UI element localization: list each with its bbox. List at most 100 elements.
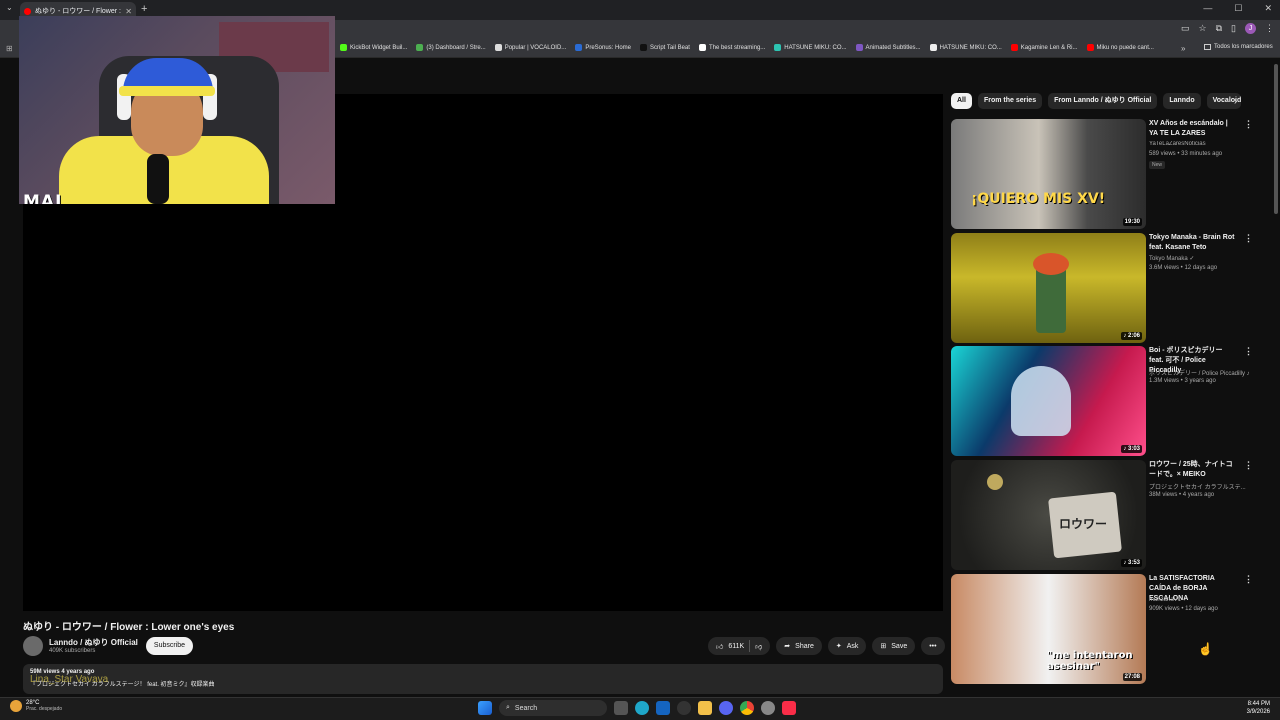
- youtube-favicon-icon: [24, 7, 31, 15]
- chrome-icon[interactable]: [740, 701, 754, 715]
- channel-avatar[interactable]: [23, 636, 43, 656]
- chip-all[interactable]: All: [951, 93, 972, 109]
- extensions-icon[interactable]: ⧉: [1216, 23, 1222, 34]
- bookmark-favicon-icon: [640, 44, 648, 51]
- windows-start-icon[interactable]: [478, 701, 492, 715]
- video-title: ぬゆり - ロウワー / Flower : Lower one's eyes: [23, 622, 235, 633]
- recommendation-item[interactable]: ロウワー ♪ 3:53 ロウワー / 25時、ナイトコードで。× MEIKO プ…: [951, 460, 1253, 570]
- chip-from-channel[interactable]: From Lanndo / ぬゆり Official: [1048, 93, 1158, 109]
- video-thumbnail[interactable]: ♪ 3:03: [951, 346, 1146, 456]
- subscriber-count: 409K subscribers: [49, 648, 96, 654]
- task-view-icon[interactable]: [614, 701, 628, 715]
- bookmark-favicon-icon: [855, 44, 863, 51]
- video-thumbnail[interactable]: ♪ 2:06: [951, 233, 1146, 343]
- more-icon: •••: [929, 642, 937, 650]
- more-vert-icon[interactable]: ⋮: [1244, 346, 1253, 357]
- edge-icon[interactable]: [635, 701, 649, 715]
- tab-search-icon[interactable]: ⌄: [6, 3, 13, 12]
- duration-badge: ♪ 3:03: [1121, 445, 1142, 453]
- chip-lanndo[interactable]: Lanndo: [1163, 93, 1201, 109]
- weather-icon: [10, 700, 22, 712]
- close-tab-icon[interactable]: ✕: [125, 7, 132, 16]
- recommendation-meta: 1.3M views • 3 years ago: [1149, 378, 1216, 384]
- github-icon[interactable]: [677, 701, 691, 715]
- bookmark-favicon-icon: [494, 44, 502, 51]
- more-vert-icon[interactable]: ⋮: [1244, 119, 1253, 130]
- new-tab-button[interactable]: +: [141, 3, 147, 15]
- sparkle-icon: ✦: [835, 643, 842, 650]
- minimize-icon[interactable]: —: [1203, 3, 1212, 14]
- weather-condition: Prac. despejado: [26, 706, 63, 712]
- like-icon[interactable]: 👍︎: [716, 642, 723, 651]
- bookmark-item[interactable]: PreSonus: Home: [575, 44, 631, 51]
- all-bookmarks-button[interactable]: Todos los marcadores: [1204, 44, 1273, 50]
- stream-overlay-caption: Lina_Star Vavava: [30, 674, 109, 685]
- settings-icon[interactable]: [761, 701, 775, 715]
- bookmark-item[interactable]: Popular | VOCALOID...: [494, 44, 566, 51]
- browser-menu-icon[interactable]: ⋮: [1265, 23, 1274, 34]
- recommendation-channel[interactable]: ポリスピカデリー / Police Piccadilly ♪: [1149, 368, 1249, 377]
- search-icon: ⌕: [506, 704, 510, 711]
- bookmark-item[interactable]: The best streaming...: [698, 44, 765, 51]
- bookmark-item[interactable]: Kagamine Len & Ri...: [1010, 44, 1078, 51]
- taskbar-search[interactable]: ⌕ Search: [499, 700, 607, 716]
- system-clock[interactable]: 8:44 PM 3/9/2026: [1247, 700, 1270, 716]
- video-thumbnail[interactable]: ¡QUIERO MIS XV! 19:30: [951, 119, 1146, 229]
- video-thumbnail[interactable]: ロウワー ♪ 3:53: [951, 460, 1146, 570]
- sidebar-icon[interactable]: ▯: [1231, 23, 1236, 34]
- cast-icon[interactable]: ▭: [1181, 23, 1190, 34]
- bookmark-item[interactable]: Animated Subtitles...: [855, 44, 921, 51]
- more-vert-icon[interactable]: ⋮: [1244, 233, 1253, 244]
- recommendation-channel[interactable]: プロジェクトセカイ カラフルステ...: [1149, 482, 1249, 491]
- maximize-icon[interactable]: ☐: [1234, 3, 1242, 14]
- ask-button[interactable]: ✦ Ask: [827, 637, 867, 655]
- bookmark-favicon-icon: [929, 44, 937, 51]
- close-window-icon[interactable]: ✕: [1264, 3, 1272, 14]
- channel-name[interactable]: Lanndo / ぬゆり Official: [49, 637, 138, 648]
- bookmark-item[interactable]: Script Tail Beat: [640, 44, 690, 51]
- duration-badge: 19:30: [1122, 218, 1142, 226]
- recommendation-title[interactable]: XV Años de escándalo | YA TE LA ZARES: [1149, 119, 1237, 139]
- discord-icon[interactable]: [719, 701, 733, 715]
- like-count[interactable]: 611K: [728, 643, 744, 650]
- recommendation-item[interactable]: ♪ 2:06 Tokyo Manaka - Brain Rot feat. Ka…: [951, 233, 1253, 343]
- bookmark-item[interactable]: HATSUNE MIKU: CO...: [929, 44, 1002, 51]
- music-app-icon[interactable]: [782, 701, 796, 715]
- recommendation-item[interactable]: ¡QUIERO MIS XV! 19:30 XV Años de escánda…: [951, 119, 1253, 229]
- bookmarks-overflow-button[interactable]: »: [1181, 44, 1185, 53]
- more-vert-icon[interactable]: ⋮: [1244, 574, 1253, 585]
- profile-avatar[interactable]: J: [1245, 23, 1256, 34]
- more-actions-button[interactable]: •••: [921, 637, 945, 655]
- dislike-icon[interactable]: 👎︎: [755, 642, 762, 651]
- bookmark-item[interactable]: (3) Dashboard / Stre...: [416, 44, 486, 51]
- tab-title: ぬゆり - ロウワー / Flower : Lower: [35, 8, 121, 15]
- outlook-icon[interactable]: [656, 701, 670, 715]
- share-button[interactable]: ➦ Share: [776, 637, 822, 655]
- recommendation-channel[interactable]: Tokyo Manaka ✓: [1149, 255, 1249, 262]
- subscribe-button[interactable]: Subscribe: [146, 637, 193, 655]
- more-vert-icon[interactable]: ⋮: [1244, 460, 1253, 471]
- duration-badge: ♪ 2:06: [1121, 332, 1142, 340]
- file-explorer-icon[interactable]: [698, 701, 712, 715]
- bookmark-item[interactable]: HATSUNE MIKU: CO...: [774, 44, 847, 51]
- bookmark-star-icon[interactable]: ☆: [1199, 23, 1207, 34]
- page-scrollbar[interactable]: [1274, 64, 1278, 214]
- bookmark-item[interactable]: Miku no puede cant...: [1086, 44, 1154, 51]
- apps-grid-icon[interactable]: ⊞: [6, 44, 13, 53]
- recommendation-title[interactable]: Tokyo Manaka - Brain Rot feat. Kasane Te…: [1149, 233, 1237, 253]
- recommendation-title[interactable]: ロウワー / 25時、ナイトコードで。× MEIKO: [1149, 460, 1237, 480]
- recommendation-channel[interactable]: manzanaV1 ✓: [1149, 596, 1249, 603]
- recommendation-item[interactable]: "me intentaron asesinar" 27:08 La SATISF…: [951, 574, 1253, 684]
- playlist-add-icon: ⊞: [880, 643, 887, 650]
- weather-widget[interactable]: 28°C Prac. despejado: [10, 700, 62, 712]
- chevron-right-icon[interactable]: ›: [1234, 96, 1237, 107]
- video-thumbnail[interactable]: "me intentaron asesinar" 27:08: [951, 574, 1146, 684]
- chip-from-series[interactable]: From the series: [977, 93, 1043, 109]
- save-button[interactable]: ⊞ Save: [872, 637, 916, 655]
- bookmark-item[interactable]: KickBot Widget Buil...: [340, 44, 407, 51]
- recommendation-channel[interactable]: YaTeLaZaresNoticias: [1149, 141, 1249, 147]
- thumbnail-text: "me intentaron asesinar": [1047, 650, 1133, 672]
- clock-time: 8:44 PM: [1247, 701, 1270, 707]
- thumbnail-text: ¡QUIERO MIS XV!: [971, 191, 1106, 207]
- recommendation-item[interactable]: ♪ 3:03 Boi - ポリスピカデリー feat. 可不 / Police …: [951, 346, 1253, 456]
